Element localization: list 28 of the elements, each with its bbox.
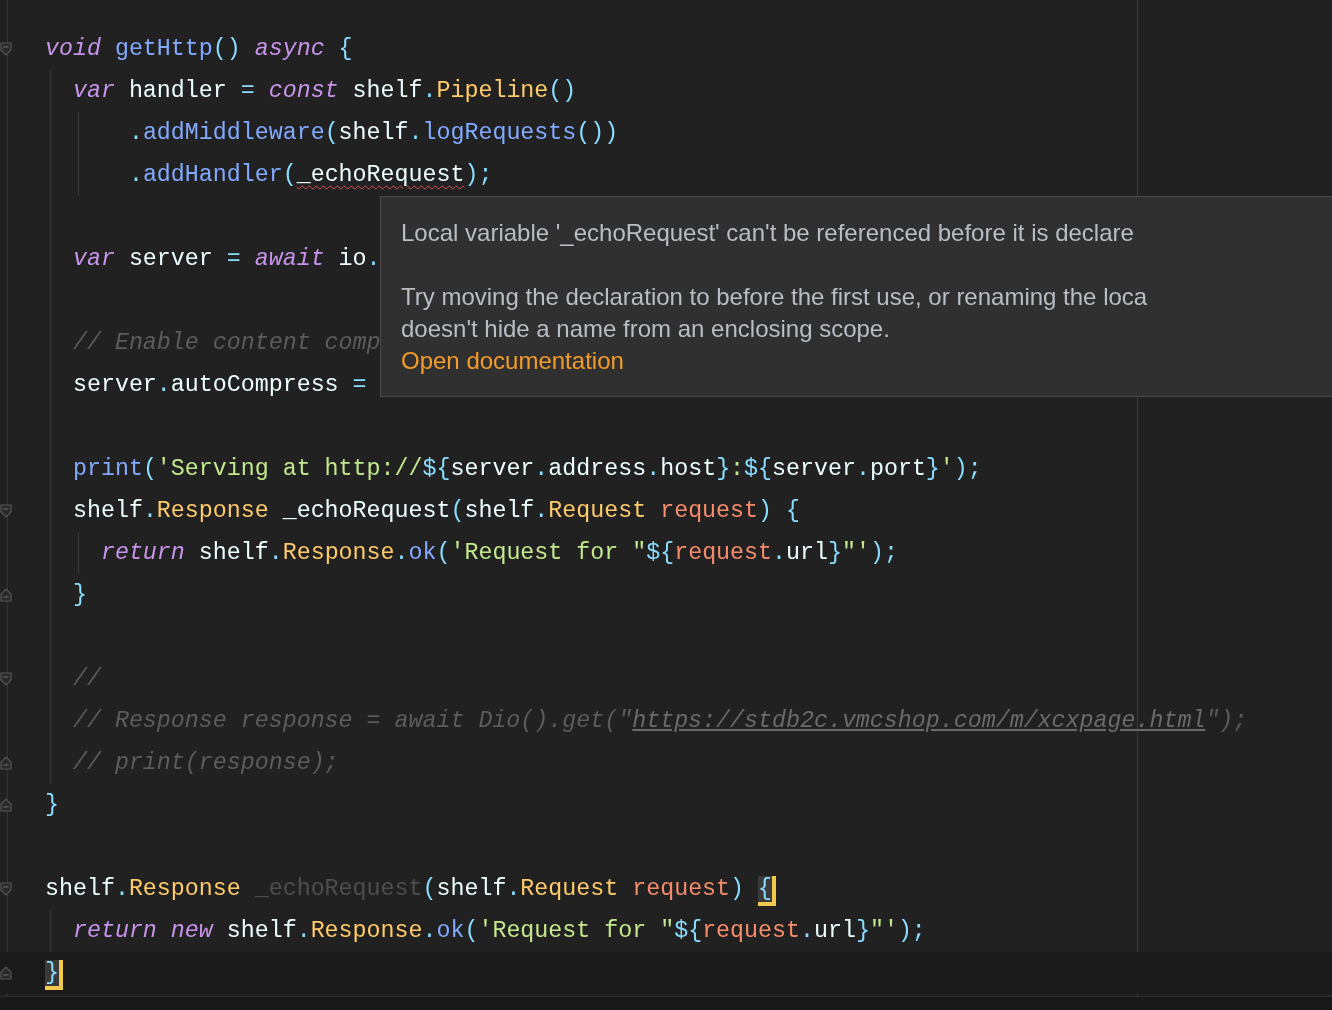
code-line: var server = await io.: [71, 245, 381, 274]
code-line: // Response response = await Dio().get("https://stdb2c.vmcshop.com/m/xcxpage.html");: [71, 707, 1248, 736]
error-message: Local variable '_echoRequest' can't be referenced before it is declare: [401, 218, 1134, 248]
code-line: shelf.Response _echoRequest(shelf.Request request) {: [71, 497, 800, 526]
code-line: server.autoCompress =: [71, 371, 367, 400]
fold-marker-icon[interactable]: [0, 504, 12, 518]
fold-marker-icon[interactable]: [0, 672, 12, 686]
code-line: }: [71, 581, 87, 610]
hint-text: Try moving the declaration to before the first use, or renaming the loca: [401, 282, 1148, 312]
fold-marker-icon[interactable]: [0, 588, 12, 602]
fold-marker-icon[interactable]: [0, 756, 12, 770]
fold-marker-icon[interactable]: [0, 42, 12, 56]
code-line: // Enable content comp: [71, 329, 381, 358]
code-line: return shelf.Response.ok('Request for "${request.url}"');: [99, 539, 898, 568]
documentation-link[interactable]: Open documentation: [401, 345, 624, 377]
fold-marker-icon[interactable]: [0, 798, 12, 812]
code-line: }: [45, 791, 59, 820]
code-line: .addMiddleware(shelf.logRequests()): [127, 119, 619, 148]
fold-marker-icon[interactable]: [0, 882, 12, 896]
code-line: var handler = const shelf.Pipeline(): [71, 77, 577, 106]
code-line: .addHandler(_echoRequest);: [127, 161, 493, 190]
code-line: print('Serving at http://${server.address.host}:${server.port}');: [71, 455, 982, 484]
hint-text: doesn't hide a name from an enclosing scope.: [401, 314, 890, 344]
code-line: // print(response);: [71, 749, 339, 778]
fold-marker-icon[interactable]: [0, 966, 12, 980]
code-line: void getHttp() async {: [45, 35, 353, 64]
code-line: return new shelf.Response.ok('Request for "${request.url}"');: [71, 917, 926, 946]
code-line: //: [71, 665, 101, 694]
